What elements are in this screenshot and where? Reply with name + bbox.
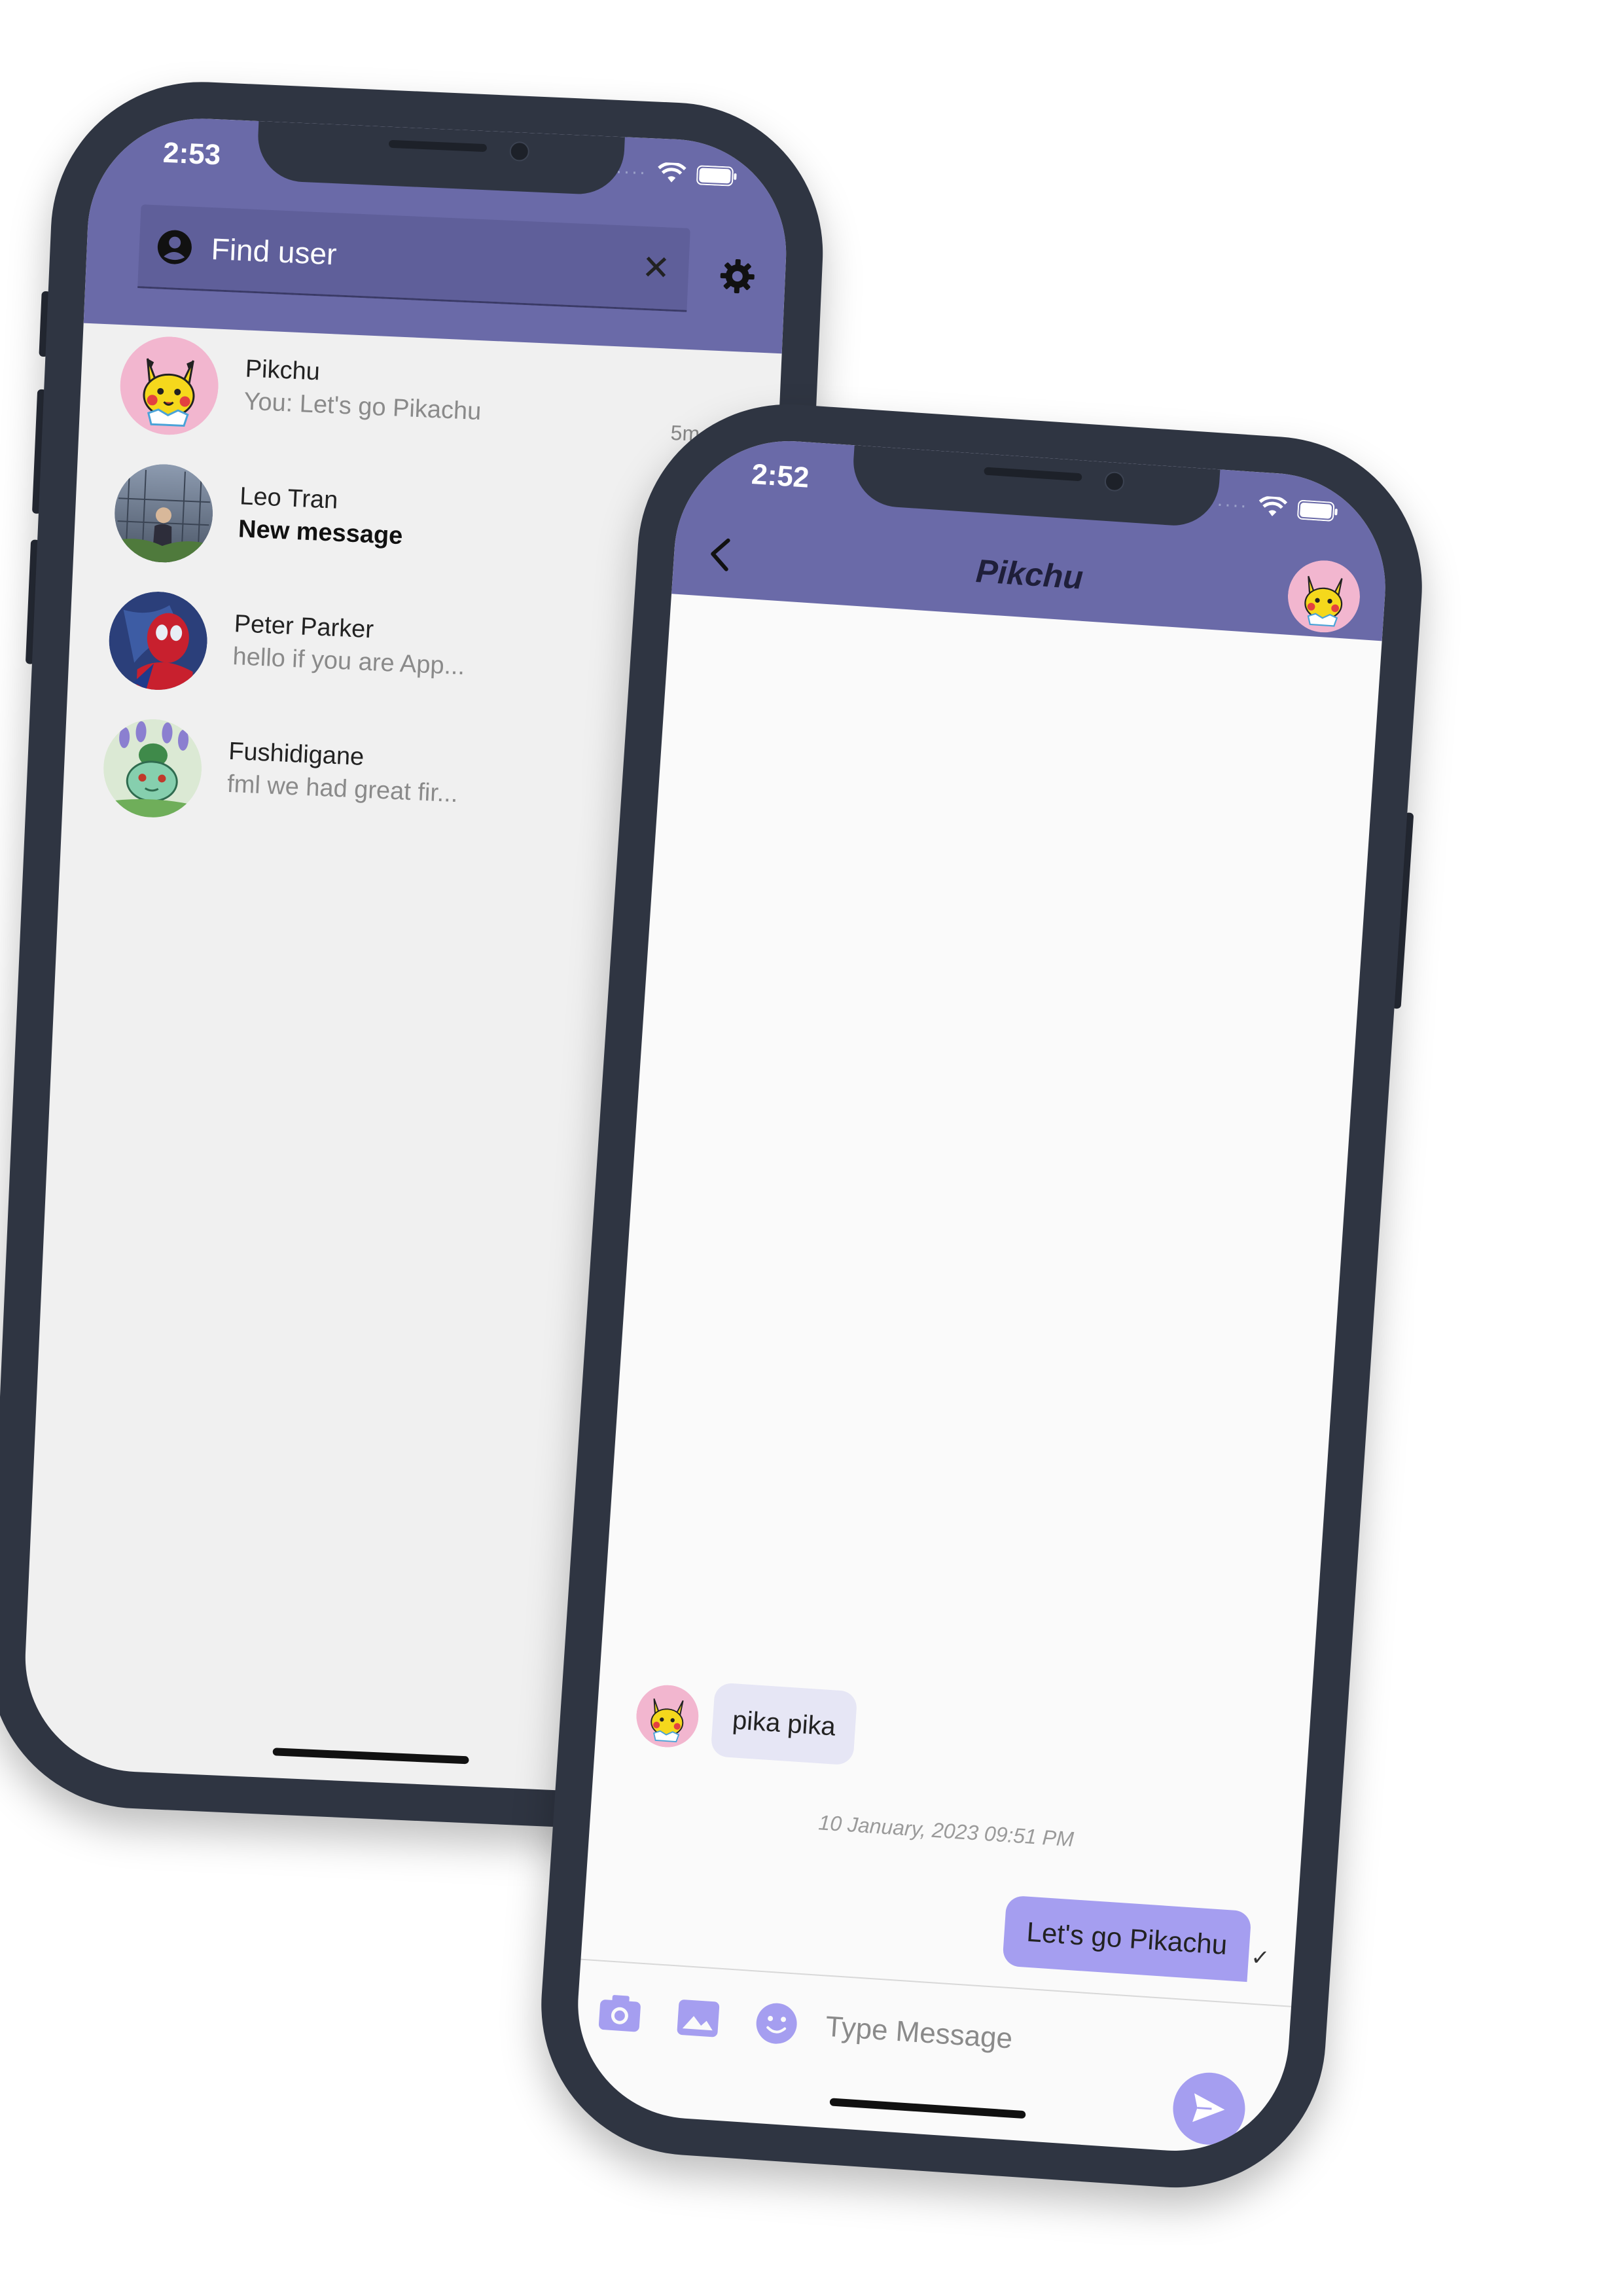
chat-name: Leo Tran [239,482,339,514]
message-input[interactable]: Type Message [825,2011,1014,2056]
incoming-message-row: pika pika [634,1677,858,1766]
chat-preview: New message [238,515,404,550]
home-indicator[interactable] [272,1748,469,1765]
status-icons: ···· [1216,493,1339,523]
user-icon [157,230,192,264]
pikachu-avatar[interactable] [1285,558,1362,635]
front-camera [509,141,530,162]
scene: 2:53 ···· Find user ✕ Pikchu You: Let's … [0,0,1623,2296]
conversation-phone: 2:52 ···· Pikchu pika pika 10 January, 2… [531,395,1432,2197]
conversation-screen: 2:52 ···· Pikchu pika pika 10 January, 2… [571,433,1393,2159]
incoming-message-bubble[interactable]: pika pika [710,1682,858,1766]
message-composer: Type Message [575,1958,1292,2147]
message-date: 10 January, 2023 09:51 PM [817,1810,1075,1852]
outgoing-message-bubble[interactable]: Let's go Pikachu [1002,1895,1252,1982]
wifi-icon [1258,495,1288,520]
signal-icon: ···· [615,160,648,183]
chat-name: Pikchu [244,355,321,386]
gear-icon[interactable] [717,256,758,297]
chat-name: Peter Parker [233,610,374,644]
close-icon[interactable]: ✕ [641,248,671,287]
conversation-title: Pikchu [974,552,1084,596]
home-indicator[interactable] [829,2098,1026,2119]
check-icon: ✓ [1250,1945,1271,1971]
send-icon [1192,2093,1225,2123]
bulbasaur-avatar [101,717,204,820]
pikachu-avatar [118,334,220,437]
status-time: 2:53 [162,136,222,171]
search-bar[interactable]: Find user ✕ [137,204,690,312]
pikachu-avatar [634,1683,700,1749]
wifi-icon [657,162,687,186]
chat-preview: You: Let's go Pikachu [243,387,482,426]
status-icons: ···· [615,160,738,188]
signal-icon: ···· [1215,493,1249,517]
photo-avatar [112,462,215,565]
spiderman-avatar [107,590,209,692]
battery-icon [696,165,738,187]
chat-preview: hello if you are App... [232,643,466,681]
search-input[interactable]: Find user [211,231,643,285]
chat-preview: fml we had great fir... [226,770,459,808]
speaker [388,139,488,152]
camera-icon[interactable] [596,1989,644,2037]
status-time: 2:52 [750,457,810,494]
chat-name: Fushidigane [228,737,365,771]
emoji-icon[interactable] [752,1999,800,2047]
battery-icon [1297,499,1339,522]
image-icon[interactable] [674,1994,722,2042]
front-camera [1103,471,1125,492]
speaker [984,467,1082,482]
